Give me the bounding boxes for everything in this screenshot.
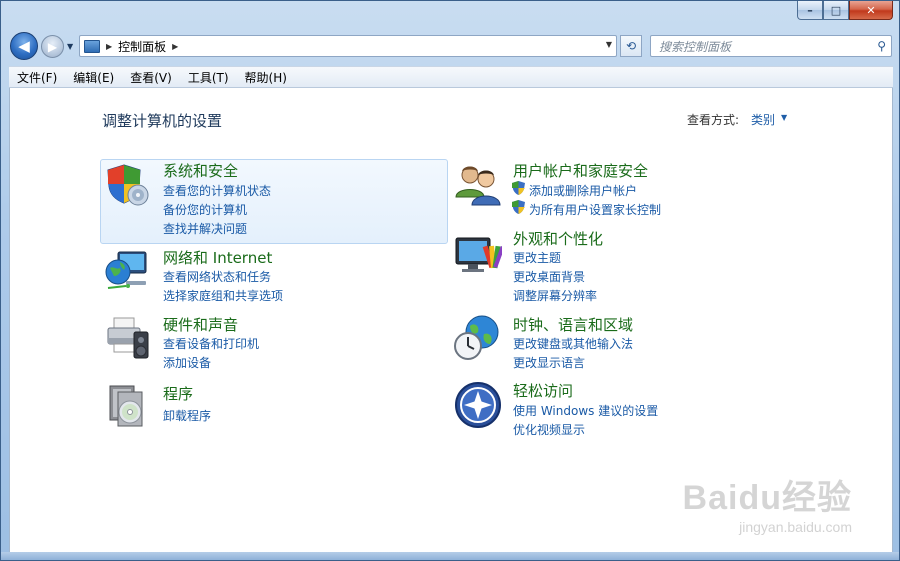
menu-view[interactable]: 查看(V) [122,69,180,86]
programs-disc-icon[interactable] [104,382,152,430]
link-change-keyboard[interactable]: 更改键盘或其他输入法 [513,335,633,352]
link-parental-controls[interactable]: 为所有用户设置家长控制 [529,201,661,218]
breadcrumb-chevron-icon[interactable]: ▶ [106,42,112,51]
watermark-url: jingyan.baidu.com [739,519,852,535]
navigation-bar: ◀ ▶ ▼ ▶ 控制面板 ▶ ▼ ⟲ 搜索控制面板 ⚲ [1,29,899,63]
address-dropdown-icon[interactable]: ▼ [606,40,612,49]
watermark: Baidu经验 jingyan.baidu.com [683,470,852,535]
back-button[interactable]: ◀ [10,32,38,60]
category-title-hardware-sound[interactable]: 硬件和声音 [163,314,238,335]
back-arrow-icon: ◀ [18,37,30,55]
refresh-button[interactable]: ⟲ [620,35,642,57]
link-homegroup-sharing[interactable]: 选择家庭组和共享选项 [163,287,283,304]
ease-of-access-icon[interactable] [454,381,502,429]
menu-tools[interactable]: 工具(T) [180,69,237,86]
users-icon[interactable] [454,161,502,209]
link-devices-printers[interactable]: 查看设备和打印机 [163,335,259,352]
maximize-button[interactable]: □ [823,1,849,20]
link-change-theme[interactable]: 更改主题 [513,249,561,266]
control-panel-icon [84,39,100,53]
refresh-icon: ⟲ [625,39,637,53]
link-view-computer-status[interactable]: 查看您的计算机状态 [163,182,271,199]
view-by-label: 查看方式: [687,113,740,127]
view-by-selector[interactable]: 类别 [751,111,775,128]
search-placeholder: 搜索控制面板 [659,39,732,54]
menu-bar: 文件(F) 编辑(E) 查看(V) 工具(T) 帮助(H) [9,66,893,88]
link-adjust-resolution[interactable]: 调整屏幕分辨率 [513,287,597,304]
breadcrumb-chevron-icon[interactable]: ▶ [172,42,178,51]
close-button[interactable]: ✕ [849,1,893,20]
link-backup-computer[interactable]: 备份您的计算机 [163,201,247,218]
hover-highlight [100,159,448,244]
link-windows-recommended-settings[interactable]: 使用 Windows 建议的设置 [513,402,658,419]
category-title-ease-of-access[interactable]: 轻松访问 [513,380,573,401]
uac-shield-icon [512,200,525,214]
caption-buttons: – □ ✕ [797,1,893,20]
uac-shield-icon [512,181,525,195]
window-bottom-border [1,552,899,560]
content-pane: 调整计算机的设置 查看方式: 类别 ▼ 系统和安全 查看您的计算机状态 备份您的… [9,88,893,554]
recent-pages-dropdown[interactable]: ▼ [67,42,73,51]
category-title-system-security[interactable]: 系统和安全 [163,160,238,181]
link-change-desktop-background[interactable]: 更改桌面背景 [513,268,585,285]
network-globe-icon[interactable] [104,248,152,296]
link-optimize-video-display[interactable]: 优化视频显示 [513,421,585,438]
breadcrumb-control-panel[interactable]: 控制面板 [118,38,166,55]
link-troubleshoot[interactable]: 查找并解决问题 [163,220,247,237]
page-title: 调整计算机的设置 [102,112,223,130]
category-title-appearance[interactable]: 外观和个性化 [513,228,603,249]
chevron-down-icon[interactable]: ▼ [781,113,787,122]
forward-arrow-icon: ▶ [47,39,58,54]
category-title-clock-language-region[interactable]: 时钟、语言和区域 [513,314,633,335]
watermark-brand: Baidu经验 [682,479,852,517]
control-panel-window: – □ ✕ ◀ ▶ ▼ ▶ 控制面板 ▶ ▼ ⟲ 搜索控制面板 ⚲ 文件(F) … [0,0,900,561]
printer-speaker-icon[interactable] [104,314,152,362]
link-change-display-language[interactable]: 更改显示语言 [513,354,585,371]
monitor-palette-icon[interactable] [454,232,502,280]
search-input[interactable]: 搜索控制面板 ⚲ [650,35,892,57]
menu-edit[interactable]: 编辑(E) [65,69,122,86]
forward-button[interactable]: ▶ [41,35,64,58]
search-icon[interactable]: ⚲ [877,39,886,53]
security-shield-icon[interactable] [104,161,152,209]
clock-globe-icon[interactable] [454,314,502,362]
menu-help[interactable]: 帮助(H) [237,69,295,86]
link-uninstall-program[interactable]: 卸载程序 [163,407,211,424]
category-title-user-accounts[interactable]: 用户帐户和家庭安全 [513,160,648,181]
minimize-button[interactable]: – [797,1,823,20]
menu-file[interactable]: 文件(F) [9,69,65,86]
link-network-status[interactable]: 查看网络状态和任务 [163,268,271,285]
link-add-device[interactable]: 添加设备 [163,354,211,371]
category-title-network-internet[interactable]: 网络和 Internet [163,247,272,268]
category-title-programs[interactable]: 程序 [163,383,193,404]
link-add-remove-user[interactable]: 添加或删除用户帐户 [529,182,637,199]
address-bar[interactable]: ▶ 控制面板 ▶ ▼ [79,35,617,57]
